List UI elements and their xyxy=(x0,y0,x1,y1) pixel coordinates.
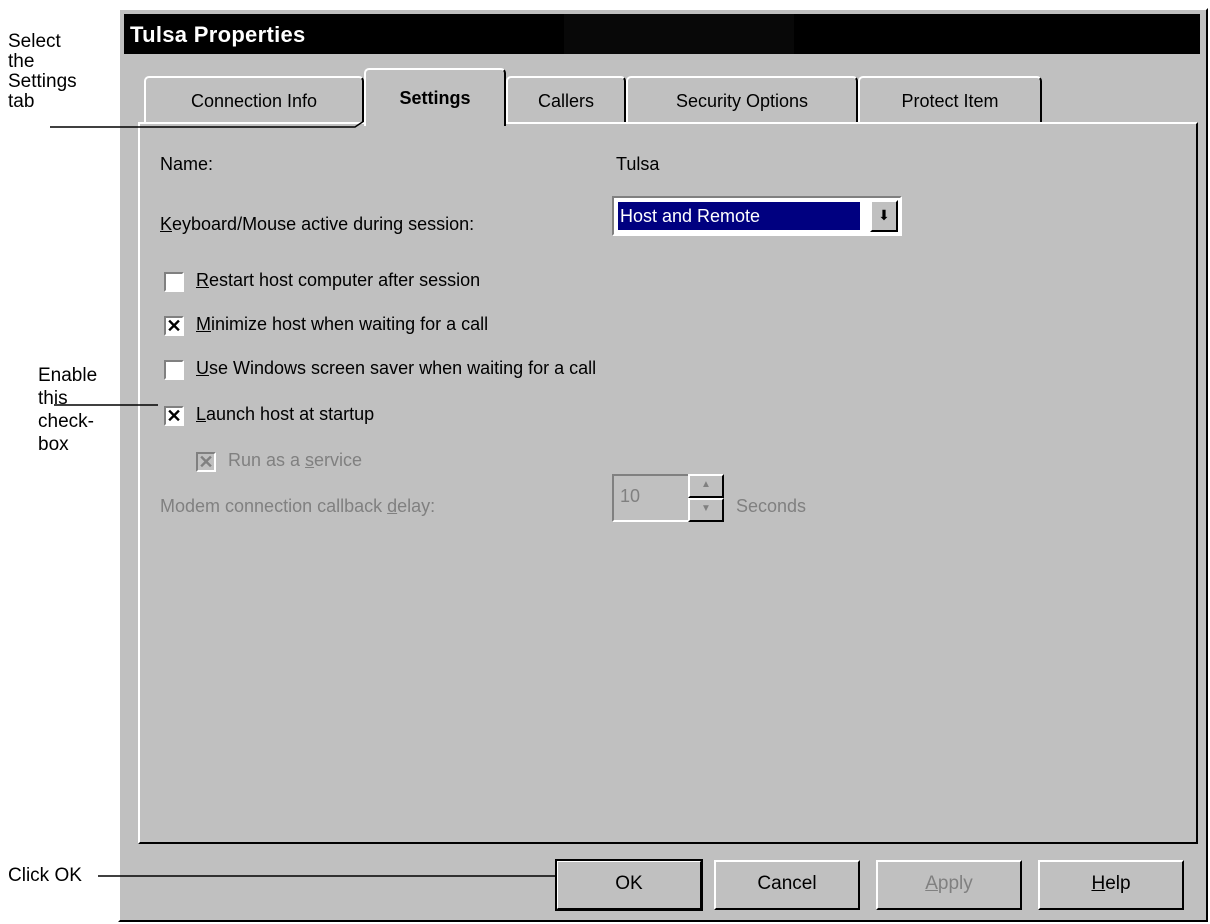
tab-settings[interactable]: Settings xyxy=(364,68,506,126)
callout-leader-lines xyxy=(50,106,556,877)
settings-leader xyxy=(50,106,386,128)
